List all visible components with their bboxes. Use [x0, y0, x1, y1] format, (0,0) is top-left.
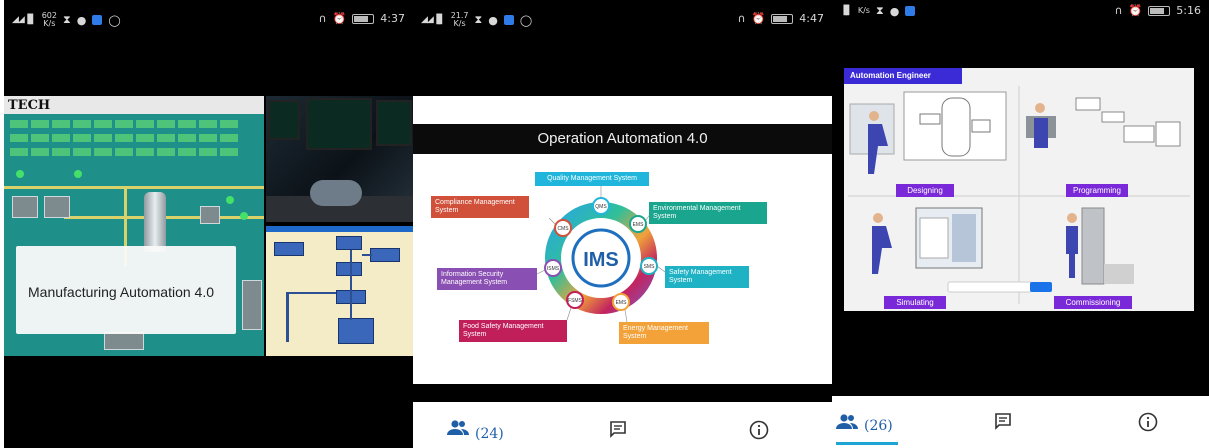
alarm-icon: ⏰: [1128, 4, 1143, 17]
headset-icon: ∩: [318, 12, 327, 25]
participants-count[interactable]: (26): [864, 418, 893, 434]
hourglass-icon: ⧗: [474, 13, 483, 26]
programming-scene: [1026, 97, 1181, 148]
simulating-label: Simulating: [884, 296, 946, 309]
commissioning-label: Commissioning: [1054, 296, 1132, 309]
status-lamp: [74, 170, 82, 178]
machine: [12, 196, 38, 218]
network-speed: 602 K/s: [41, 11, 57, 28]
quality-system-tag: Quality Management System: [535, 172, 649, 186]
food-safety-system-tag: Food Safety Management System: [459, 320, 567, 342]
chat-icon[interactable]: [609, 420, 627, 438]
people-icon[interactable]: [447, 420, 469, 436]
whatsapp-icon: ◯: [519, 13, 533, 27]
clock-time: 4:37: [380, 12, 405, 25]
energy-system-tag: Energy Management System: [619, 322, 709, 344]
hand: [310, 180, 362, 206]
ring-label: ISMS: [547, 266, 560, 272]
phone-screen-manufacturing: ◢◢▐▌ 602 K/s ⧗ ● ◯ ∩ ⏰ 4:37 TECH Manufac…: [4, 0, 413, 448]
ring-label: EMS: [616, 300, 628, 306]
hourglass-icon: ⧗: [875, 4, 884, 17]
info-icon[interactable]: [749, 420, 769, 440]
compliance-system-tag: Compliance Management System: [431, 196, 529, 218]
process-flow-diagram: [266, 226, 413, 356]
location-icon: ●: [76, 13, 87, 27]
ring-label: EMS: [633, 222, 645, 228]
environmental-system-tag: Environmental Management System: [649, 202, 767, 224]
machine: [44, 196, 70, 218]
headset-icon: ∩: [1114, 4, 1123, 17]
participants-count[interactable]: (24): [475, 426, 504, 442]
safety-system-tag: Safety Management System: [665, 266, 749, 288]
hourglass-icon: ⧗: [62, 13, 71, 26]
designing-label: Designing: [896, 184, 954, 197]
app-notification-icon: [92, 15, 103, 25]
scada-logo-text: TECH: [8, 98, 51, 113]
ring-label: SMS: [644, 264, 656, 270]
scada-button-row: [10, 120, 238, 130]
infosec-system-tag: Information Security Management System: [437, 268, 537, 290]
chat-icon[interactable]: [994, 412, 1012, 430]
simulating-scene: [872, 207, 1052, 293]
slide-title-band: Operation Automation 4.0: [413, 124, 832, 154]
signal-icon: ◢◢▐▌: [421, 15, 446, 25]
whatsapp-icon: ◯: [108, 13, 121, 27]
machine: [200, 206, 220, 224]
battery-icon: [771, 13, 794, 24]
battery-icon: [352, 13, 375, 24]
ims-diagram: IMS QMS EMS SMS EMS FSMS ISMS CMS Qualit…: [413, 154, 832, 384]
tank: [144, 192, 166, 252]
automation-engineer-slide: Automation Engineer Designing Programmin…: [844, 68, 1194, 311]
ims-center-label: IMS: [583, 249, 619, 271]
status-bar: ▐▌ K/s ⧗ ● ∩ ⏰ 5:16: [832, 0, 1209, 22]
active-tab-indicator: [836, 442, 898, 445]
alarm-icon: ⏰: [751, 12, 766, 25]
alarm-icon: ⏰: [332, 12, 347, 25]
signal-icon: ◢◢▐▌: [12, 15, 37, 25]
location-icon: ●: [889, 4, 900, 18]
status-bar: ◢◢▐▌ 602 K/s ⧗ ● ◯ ∩ ⏰ 4:37: [4, 8, 413, 30]
bottom-nav: (24): [413, 402, 832, 448]
network-speed: K/s: [857, 6, 870, 15]
bottom-nav: (26): [832, 396, 1209, 448]
people-icon[interactable]: [836, 414, 858, 430]
programming-label: Programming: [1066, 184, 1128, 197]
app-notification-icon: [905, 6, 916, 16]
machine: [104, 332, 144, 350]
status-bar: ◢◢▐▌ 21.7 K/s ⧗ ● ◯ ∩ ⏰ 4:47: [413, 8, 832, 30]
status-lamp: [16, 170, 24, 178]
ring-label: FSMS: [568, 298, 583, 304]
designing-scene: [849, 91, 1007, 174]
slide-top-strip: [413, 96, 832, 124]
slide-title: Operation Automation 4.0: [537, 130, 708, 147]
network-speed: 21.7 K/s: [450, 11, 469, 28]
pipe: [4, 186, 264, 189]
location-icon: ●: [488, 13, 498, 27]
scada-button-row: [10, 134, 238, 144]
phone-screen-engineer: ▐▌ K/s ⧗ ● ∩ ⏰ 5:16 Automation Engineer: [832, 0, 1209, 448]
signal-icon: ▐▌: [840, 6, 853, 16]
slide-caption: Manufacturing Automation 4.0: [28, 284, 215, 300]
headset-icon: ∩: [737, 12, 746, 25]
app-notification-icon: [503, 15, 514, 25]
clock-time: 4:47: [799, 12, 824, 25]
ring-label: QMS: [595, 204, 607, 210]
phone-screen-operation: ◢◢▐▌ 21.7 K/s ⧗ ● ◯ ∩ ⏰ 4:47 Operation Au…: [413, 0, 832, 448]
ring-label: CMS: [557, 226, 569, 232]
scada-button-row: [10, 148, 238, 158]
slide-caption-box: Manufacturing Automation 4.0: [16, 246, 236, 334]
battery-icon: [1148, 5, 1171, 16]
status-lamp: [240, 212, 248, 220]
commissioning-scene: [1066, 207, 1134, 285]
info-icon[interactable]: [1138, 412, 1158, 432]
status-lamp: [226, 196, 234, 204]
clock-time: 5:16: [1176, 4, 1201, 17]
machine: [242, 280, 262, 330]
control-room-photo: [266, 96, 413, 222]
